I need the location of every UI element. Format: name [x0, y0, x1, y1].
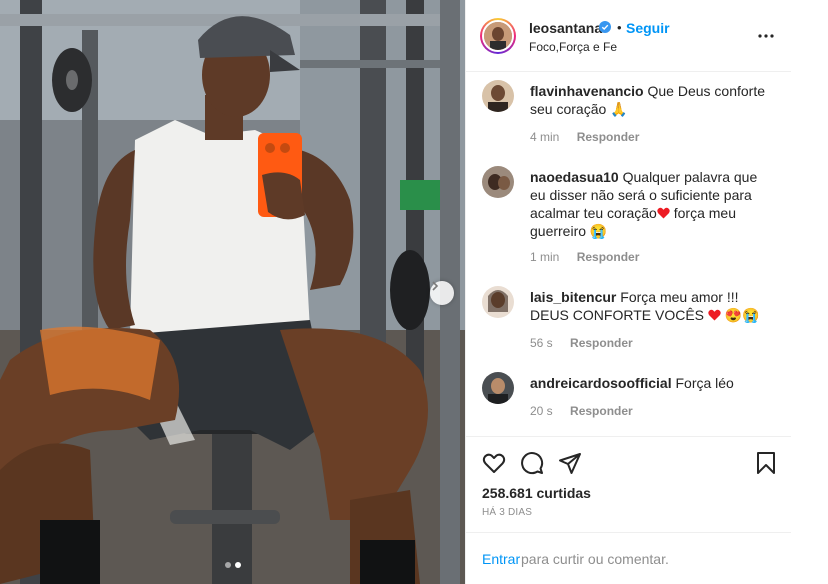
share-icon[interactable]: [558, 451, 582, 475]
comment-text-block: naoedasua10 Qualquer palavra que eu diss…: [530, 168, 770, 240]
comment-username[interactable]: flavinhavenancio: [530, 83, 644, 99]
comment-time: 20 s: [530, 404, 553, 418]
verified-badge-icon: [599, 21, 611, 33]
author-avatar-image: [484, 22, 512, 50]
comment-emoji: 😭: [589, 223, 608, 239]
follow-button[interactable]: Seguir: [626, 20, 670, 36]
commenter-avatar[interactable]: [482, 166, 514, 198]
comment-emoji: 🙏: [610, 101, 628, 117]
post-location[interactable]: Foco,Força e Fe: [529, 40, 617, 54]
commenter-avatar[interactable]: [482, 372, 514, 404]
commenter-avatar-image: [482, 286, 514, 318]
header-separator: •: [617, 20, 622, 35]
red-heart-emoji-icon: [657, 207, 670, 219]
post-actions-section: 258.681 curtidas HÁ 3 DIAS Entrar para c…: [466, 436, 792, 584]
reply-button[interactable]: Responder: [577, 250, 640, 264]
comment-time: 4 min: [530, 130, 560, 144]
commenter-avatar-image: [482, 166, 514, 198]
comment-time: 56 s: [530, 336, 553, 350]
commenter-avatar-image: [482, 80, 514, 112]
post-header: leosantana • Seguir Foco,Força e Fe: [466, 0, 792, 72]
carousel-next-button[interactable]: [430, 281, 454, 305]
comment-text-block: lais_bitencur Força meu amor !!! DEUS CO…: [530, 288, 770, 324]
page-background: [791, 0, 828, 584]
commenter-avatar-image: [482, 372, 514, 404]
comment-meta: 4 min Responder: [530, 130, 639, 144]
comment-username[interactable]: naoedasua10: [530, 169, 619, 185]
comment-body: Força léo: [675, 375, 734, 391]
comment-time: 1 min: [530, 250, 560, 264]
red-heart-emoji-icon: [708, 309, 721, 321]
comment-username[interactable]: andreicardosoofficial: [530, 375, 672, 391]
login-link[interactable]: Entrar: [482, 551, 520, 567]
post-date[interactable]: HÁ 3 DIAS: [482, 507, 532, 518]
author-username[interactable]: leosantana: [529, 20, 602, 36]
comment-meta: 1 min Responder: [530, 250, 639, 264]
chevron-right-icon: [432, 281, 439, 291]
login-prompt: Entrar para curtir ou comentar.: [466, 532, 792, 584]
likes-count[interactable]: 258.681 curtidas: [482, 485, 591, 501]
carousel-dot-active: [234, 562, 241, 568]
comment-text-block: andreicardosoofficial Força léo: [530, 374, 770, 392]
comment-username[interactable]: lais_bitencur: [530, 289, 616, 305]
more-options-icon[interactable]: [758, 30, 774, 42]
comment-emoji: 😍😭: [724, 307, 760, 323]
commenter-avatar[interactable]: [482, 80, 514, 112]
carousel-dot: [224, 562, 231, 568]
comment-icon[interactable]: [520, 451, 544, 475]
reply-button[interactable]: Responder: [570, 404, 633, 418]
reply-button[interactable]: Responder: [570, 336, 633, 350]
post-side-panel: leosantana • Seguir Foco,Força e Fe flav…: [465, 0, 792, 584]
post-photo: [0, 0, 465, 584]
login-prompt-text: para curtir ou comentar.: [521, 551, 669, 567]
heart-icon[interactable]: [482, 451, 506, 475]
bookmark-icon[interactable]: [754, 451, 778, 475]
author-avatar[interactable]: [480, 18, 516, 54]
post-photo-image: [0, 0, 465, 584]
reply-button[interactable]: Responder: [577, 130, 640, 144]
comment-text-block: flavinhavenancio Que Deus conforte seu c…: [530, 82, 770, 118]
comment-meta: 20 s Responder: [530, 404, 633, 418]
commenter-avatar[interactable]: [482, 286, 514, 318]
comment-meta: 56 s Responder: [530, 336, 633, 350]
carousel-dots: [0, 562, 465, 568]
